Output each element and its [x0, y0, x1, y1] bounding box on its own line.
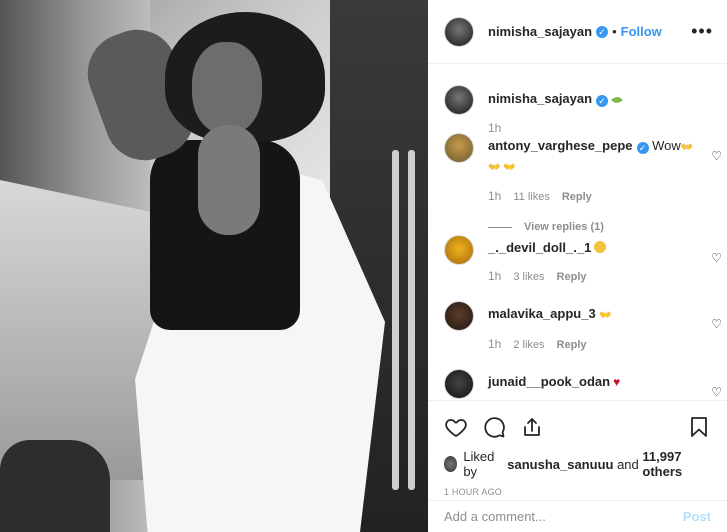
reply-button[interactable]: Reply	[562, 188, 592, 206]
author-avatar[interactable]	[444, 16, 474, 47]
likes-summary: Liked by sanusha_sanuuu and 11,997 other…	[444, 449, 711, 479]
hands-emoji-icon: 👐	[680, 142, 694, 153]
verified-icon: ✓	[596, 25, 609, 38]
commenter-username[interactable]: antony_varghese_pepe	[488, 138, 633, 153]
separator-dot: •	[612, 24, 617, 39]
commenter-avatar[interactable]	[444, 133, 474, 163]
post-comment-button[interactable]: Post	[683, 509, 711, 524]
share-icon[interactable]	[520, 415, 544, 439]
more-options-icon[interactable]: •••	[691, 21, 713, 42]
commenter-avatar[interactable]	[444, 235, 474, 265]
author-username[interactable]: nimisha_sajayan	[488, 24, 592, 39]
post-timestamp[interactable]: 1 HOUR AGO	[444, 487, 711, 497]
verified-icon: ✓	[636, 142, 649, 154]
comment-like-heart-icon[interactable]: ♡	[711, 317, 722, 331]
add-comment-input[interactable]	[444, 509, 683, 524]
replies-divider	[488, 226, 512, 228]
photo-sofa	[0, 440, 110, 532]
comment-like-heart-icon[interactable]: ♡	[711, 251, 722, 265]
commenter-username[interactable]: _._devil_doll_._1	[488, 240, 591, 255]
bookmark-icon[interactable]	[687, 415, 711, 439]
liker-username[interactable]: sanusha_sanuuu	[507, 457, 613, 472]
comment-icon[interactable]	[482, 415, 506, 439]
likes-prefix: Liked by	[463, 449, 495, 479]
comment-item: junaid__pook_odan ♥ ♡	[444, 369, 722, 399]
commenter-avatar[interactable]	[444, 369, 474, 399]
reply-button[interactable]: Reply	[557, 268, 587, 286]
comment-time[interactable]: 1h	[488, 187, 501, 205]
comment-likes[interactable]: 3 likes	[513, 268, 544, 286]
comment-like-heart-icon[interactable]: ♡	[711, 149, 722, 163]
photo-door-handle	[392, 150, 399, 490]
view-replies-label: View replies (1)	[524, 221, 604, 233]
add-comment-bar: Post	[428, 500, 727, 532]
heart-icon[interactable]	[444, 415, 468, 439]
commenter-username[interactable]: malavika_appu_3	[488, 306, 596, 321]
comment-likes[interactable]: 11 likes	[513, 188, 549, 206]
caption-avatar[interactable]	[444, 85, 474, 115]
comment-emoji-line: 👐 👐	[488, 162, 516, 173]
leaf-emoji-icon	[611, 95, 623, 105]
post-actions: Liked by sanusha_sanuuu and 11,997 other…	[428, 400, 727, 504]
verified-icon: ✓	[596, 95, 609, 107]
photo-face	[192, 42, 262, 134]
smile-emoji-icon	[594, 241, 607, 253]
comment-time[interactable]: 1h	[488, 335, 501, 353]
comment-like-heart-icon[interactable]: ♡	[711, 385, 722, 399]
comments-panel[interactable]: nimisha_sajayan ✓ 1h antony_varghese_pepe…	[428, 65, 727, 400]
commenter-avatar[interactable]	[444, 301, 474, 331]
comment-item: antony_varghese_pepe ✓ Wow👐 👐 👐 1h 11 lik…	[444, 133, 722, 236]
reply-button[interactable]: Reply	[557, 336, 587, 354]
likes-middle: and	[617, 456, 639, 472]
comment-likes[interactable]: 2 likes	[513, 336, 544, 354]
red-heart-emoji-icon: ♥	[613, 375, 621, 389]
view-replies-button[interactable]: View replies (1)	[488, 218, 694, 236]
comment-time[interactable]: 1h	[488, 267, 501, 285]
comment-item: _._devil_doll_._1 1h 3 likes Reply ♡	[444, 235, 722, 286]
post-header: nimisha_sajayan ✓ • Follow •••	[428, 0, 727, 64]
photo-door-handle	[408, 150, 415, 490]
post-photo[interactable]	[0, 0, 428, 532]
caption-username[interactable]: nimisha_sajayan	[488, 91, 592, 106]
follow-button[interactable]: Follow	[621, 24, 662, 39]
commenter-username[interactable]: junaid__pook_odan	[488, 374, 610, 389]
hands-emoji-icon: 👐	[599, 310, 612, 321]
liker-avatar[interactable]	[444, 456, 458, 472]
caption: nimisha_sajayan ✓ 1h	[444, 85, 711, 135]
likes-count[interactable]: 11,997 others	[642, 449, 711, 479]
comment-text: Wow	[652, 138, 681, 153]
comment-item: malavika_appu_3 👐 1h 2 likes Reply ♡	[444, 301, 722, 354]
photo-hand	[198, 125, 260, 235]
